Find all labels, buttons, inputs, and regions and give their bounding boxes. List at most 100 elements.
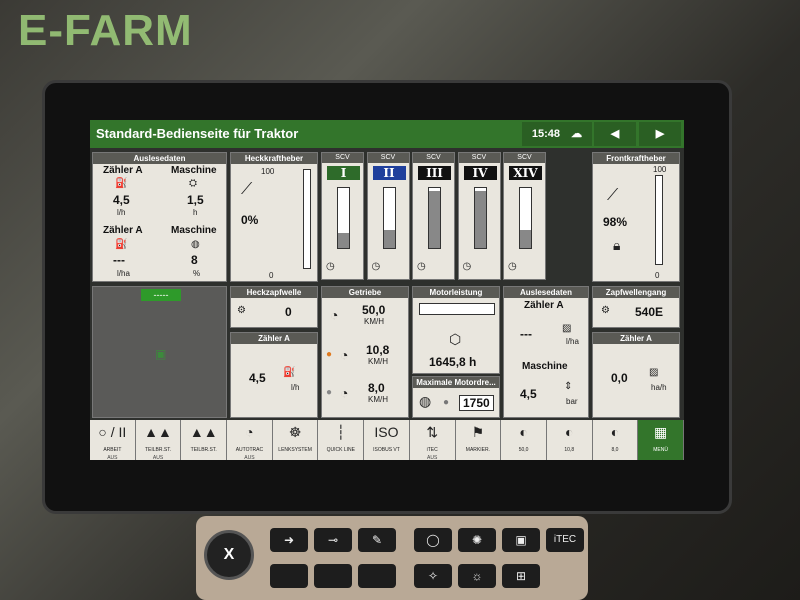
transmission-panel[interactable]: Getriebe ◔ 50,0 KM/H ● ◔ 10,8 KM/H ● ◔ 8…	[321, 286, 409, 418]
key-8[interactable]: ✺	[458, 528, 496, 552]
hitch-icon: ⟋	[241, 181, 253, 198]
shortcut-button[interactable]: ☸ LENKSYSTEM	[272, 420, 319, 460]
forward-button[interactable]: ▶	[639, 122, 681, 146]
shortcut-sublabel: AUS	[427, 455, 438, 460]
pto-gear-icon: ⚙	[601, 305, 610, 316]
shortcut-button[interactable]: ▦ MENÜ	[638, 420, 684, 460]
front-hitch-panel[interactable]: Frontkraftheber 100 ⟋ 98% 🔒︎ 0	[592, 152, 680, 282]
counter-a-mid-unit: l/h	[291, 383, 300, 392]
speed-unit-1: KM/H	[364, 317, 384, 326]
rear-hitch-panel[interactable]: Heckkraftheber 100 ⟋ 0% 0	[230, 152, 318, 282]
counter-a-panel[interactable]: Zähler A 4,5 ⛽ l/h	[230, 332, 318, 418]
scv-flow-fill	[474, 191, 486, 248]
rear-pto-panel[interactable]: Heckzapfwelle ⚙ 0	[230, 286, 318, 328]
right-machine-unit: bar	[566, 397, 578, 406]
pen-icon: ✎	[371, 533, 383, 547]
light-icon: ✧	[427, 569, 439, 583]
shortcut-button[interactable]: ⚑ MARKIER.	[455, 420, 502, 460]
pto-speed-value: 540E	[635, 305, 664, 319]
scv-column[interactable]: SCV IV ◷	[457, 152, 501, 280]
itec-key[interactable]: iTEC	[546, 528, 584, 552]
key-11[interactable]: ☼	[458, 564, 496, 588]
shortcut-button[interactable]: ▲▲ TEILBR.ST. AUS	[135, 420, 182, 460]
pto-speed-panel[interactable]: Zapfwellengang ⚙ 540E	[592, 286, 680, 328]
shortcut-button[interactable]: ▲▲ TEILBR.ST.	[181, 420, 228, 460]
rear-pto-value: 0	[285, 305, 292, 319]
counter-a-unit-2: l/ha	[117, 269, 130, 278]
machine-label-2: Maschine	[171, 225, 217, 236]
back-button[interactable]: ◀	[594, 122, 636, 146]
scv-column[interactable]: SCV II ◷	[366, 152, 410, 280]
right-machine-value: 4,5	[520, 387, 537, 401]
shortcut-icon: ▦	[654, 424, 668, 440]
lock-icon: 🔒︎	[613, 237, 621, 253]
shortcut-icon: ◐	[610, 424, 620, 440]
shortcut-button[interactable]: ◐ 8,0	[592, 420, 639, 460]
key-2[interactable]: ⊸	[314, 528, 352, 552]
scv-flow-fill	[383, 230, 395, 248]
rear-hitch-value: 0%	[241, 213, 259, 227]
shortcut-button[interactable]: ⇅ iTEC AUS	[409, 420, 456, 460]
control-panel: X ➜ ⊸ ✎ ◯ ✺ ▣ iTEC ✧ ☼ ⊞	[196, 516, 588, 600]
transmission-heading: Getriebe	[322, 287, 408, 298]
shortcut-button[interactable]: ┆ QUICK LINE	[318, 420, 365, 460]
engine-hours: 1645,8 h	[429, 355, 477, 369]
key-9[interactable]: ▣	[502, 528, 540, 552]
scv-heading: SCV	[504, 153, 545, 163]
key-4[interactable]	[270, 564, 308, 588]
machine-label: Maschine	[171, 165, 217, 176]
key-10[interactable]: ✧	[414, 564, 452, 588]
gear-2-icon: ◔	[340, 347, 349, 363]
shortcut-label: LENKSYSTEM	[278, 447, 312, 453]
key-7[interactable]: ◯	[414, 528, 452, 552]
counter-a-mid-value: 4,5	[249, 371, 266, 385]
shortcut-button[interactable]: ISO ISOBUS VT	[364, 420, 410, 460]
shortcut-icon: ◔	[245, 424, 254, 440]
title-bar: Standard-Bedienseite für Traktor 15:48 ☁…	[90, 120, 684, 148]
front-hitch-min: 0	[655, 271, 660, 280]
key-3[interactable]: ✎	[358, 528, 396, 552]
timer-icon: ◷	[508, 261, 517, 272]
key-12[interactable]: ⊞	[502, 564, 540, 588]
shortcut-icon: ◐	[519, 424, 528, 440]
shortcut-label: MARKIER.	[465, 447, 490, 453]
shortcut-sublabel: AUS	[107, 455, 118, 460]
max-engine-value: 1750	[459, 395, 494, 411]
rear-pto-heading: Heckzapfwelle	[231, 287, 317, 298]
x-knob[interactable]: X	[204, 530, 254, 580]
right-counter-a-unit: l/ha	[566, 337, 579, 346]
shortcut-label: ARBEIT	[103, 447, 122, 453]
rear-hitch-heading: Heckkraftheber	[231, 153, 317, 164]
scv-number: I	[327, 166, 360, 180]
scv-heading: SCV	[367, 153, 409, 163]
engine-power-panel[interactable]: Motorleistung ⬡ 1645,8 h	[412, 286, 500, 374]
shortcut-button[interactable]: ◔ AUTOTRAC AUS	[227, 420, 273, 460]
scv-flow-bar	[519, 187, 532, 249]
scv-column[interactable]: SCV I ◷	[321, 152, 364, 280]
readout-panel[interactable]: Auslesedaten Zähler A Maschine ⛽ ⛭ 4,5 1…	[92, 152, 227, 282]
scv-flow-bar	[428, 187, 441, 249]
time-label: 15:48	[531, 128, 561, 140]
max-engine-speed-panel[interactable]: Maximale Motordre... ◍ ● 1750	[412, 376, 500, 418]
key-6[interactable]	[358, 564, 396, 588]
shortcut-button[interactable]: ◐ 10,8	[546, 420, 593, 460]
gear-1-icon: ◔	[340, 385, 349, 401]
right-readout-panel[interactable]: Auslesedaten Zähler A --- ▨ l/ha Maschin…	[503, 286, 589, 418]
area-rate-icon: ▨	[649, 367, 659, 378]
shortcut-icon: ◐	[565, 424, 574, 440]
scv-column[interactable]: SCV III ◷	[412, 152, 455, 280]
shortcut-icon: ○ / II	[98, 424, 127, 440]
scv-column[interactable]: SCV XIV ◷	[503, 152, 546, 280]
shortcut-label: TEILBR.ST.	[190, 447, 217, 453]
shortcut-button[interactable]: ◐ 50,0	[501, 420, 547, 460]
enter-key[interactable]: ➜	[270, 528, 308, 552]
key-5[interactable]	[314, 564, 352, 588]
active-indicator-icon: ●	[326, 349, 333, 360]
counter-a-right-panel[interactable]: Zähler A 0,0 ▨ ha/h	[592, 332, 680, 418]
guidance-map[interactable]: ----- ▣	[92, 286, 227, 418]
key-icon: ⊸	[327, 533, 339, 547]
timer-icon: ◷	[371, 261, 381, 272]
shortcut-icon: ISO	[374, 424, 399, 440]
speed-value-3: 8,0	[368, 381, 385, 395]
shortcut-button[interactable]: ○ / II ARBEIT AUS	[90, 420, 136, 460]
